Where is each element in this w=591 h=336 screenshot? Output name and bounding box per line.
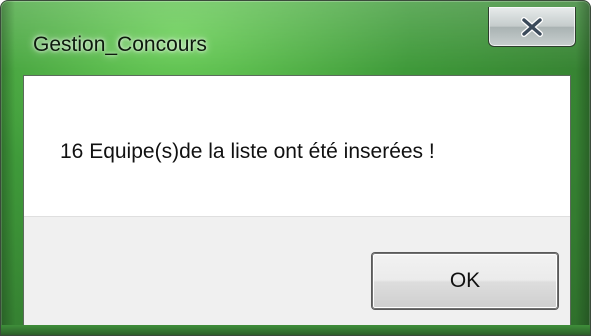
window-title: Gestion_Concours: [33, 33, 207, 56]
message-dialog: Gestion_Concours 16 Equipe(s)de la liste…: [0, 0, 591, 336]
close-button[interactable]: [488, 7, 576, 47]
message-text: 16 Equipe(s)de la liste ont été inserées…: [60, 140, 435, 163]
ok-button[interactable]: OK: [372, 253, 558, 309]
dialog-content: 16 Equipe(s)de la liste ont été inserées…: [23, 75, 571, 327]
window-bottom-border: [1, 325, 590, 335]
title-bar[interactable]: Gestion_Concours: [15, 7, 576, 73]
button-area: OK: [24, 216, 570, 326]
close-icon: [517, 15, 547, 39]
message-area: 16 Equipe(s)de la liste ont été inserées…: [24, 76, 570, 216]
